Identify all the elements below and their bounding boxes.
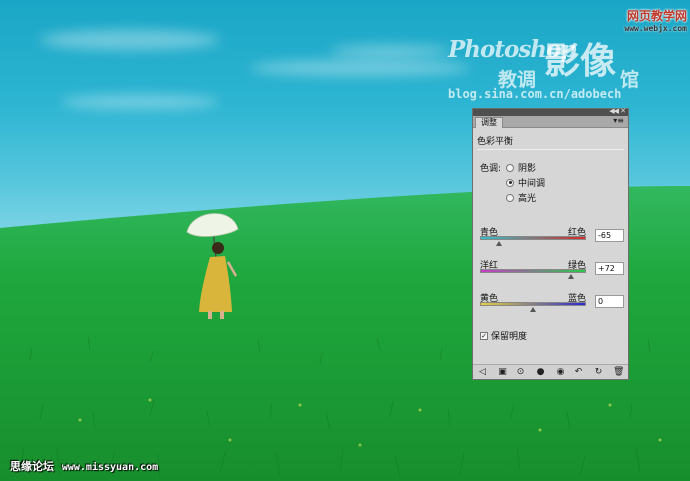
forum-watermark-url: www.missyuan.com <box>61 462 159 473</box>
divider <box>477 149 624 150</box>
tone-radio[interactable]: 阴影 <box>506 161 536 174</box>
radio-dot[interactable] <box>506 193 514 202</box>
tone-radio-label: 阴影 <box>518 164 537 174</box>
blog-watermark: Photoshop 影像 教调 馆 blog.sina.com.cn/adobe… <box>448 36 648 106</box>
slider-track[interactable] <box>480 302 586 306</box>
back-arrow-icon[interactable]: ◁ <box>477 367 488 377</box>
adjustments-panel: ◀◀ ✕ 调整 ▾≡ 色彩平衡 色调: 阴影 中间调 高光 青色 红色 -65 洋红 绿色 +… <box>472 107 629 380</box>
radio-dot[interactable] <box>506 178 514 187</box>
slider-thumb[interactable] <box>530 307 536 312</box>
tab-adjustments[interactable]: 调整 <box>475 117 503 128</box>
collapse-icon[interactable]: ◀◀ <box>609 107 619 115</box>
panel-tab-bar: 调整 ▾≡ <box>473 116 628 128</box>
site-badge: 网页教学网 www.webjx.com <box>607 7 687 33</box>
slider-track[interactable] <box>480 236 586 240</box>
tone-radio[interactable]: 中间调 <box>506 176 545 189</box>
site-badge-name: 网页教学网 <box>626 9 687 23</box>
previous-state-icon[interactable]: ↶ <box>573 367 584 377</box>
forum-watermark: 思缘论坛 www.missyuan.com <box>10 458 158 474</box>
slider-value-input[interactable]: 0 <box>595 295 624 308</box>
eye-icon[interactable]: ◉ <box>555 367 566 377</box>
site-badge-url: www.webjx.com <box>624 24 687 33</box>
panel-menu-icon[interactable]: ▾≡ <box>613 116 624 125</box>
slider-thumb[interactable] <box>568 274 575 279</box>
visibility-eye-icon[interactable]: ● <box>535 367 546 377</box>
watermark-guan: 馆 <box>620 69 640 91</box>
slider-track[interactable] <box>480 269 586 273</box>
checkbox-box[interactable]: ✓ <box>480 331 488 340</box>
watermark-ying-xiang: 影像 <box>544 41 617 82</box>
panel-title: 色彩平衡 <box>477 137 514 147</box>
panel-title-bar[interactable]: ◀◀ ✕ <box>473 107 628 116</box>
tone-radio-label: 中间调 <box>518 179 546 189</box>
preserve-luminosity-label: 保留明度 <box>491 332 528 342</box>
slider-value-input[interactable]: -65 <box>595 229 624 242</box>
trash-icon[interactable]: 🗑 <box>613 367 624 377</box>
clip-layer-icon[interactable]: ⊙ <box>515 367 526 377</box>
watermark-blog-url: blog.sina.com.cn/adobech <box>448 87 622 101</box>
view-mode-icon[interactable]: ▣ <box>497 367 508 377</box>
panel-footer: ◁ ▣ ⊙ ● ◉ ↶ ↻ 🗑 <box>473 364 628 379</box>
tone-radio-label: 高光 <box>518 194 537 204</box>
close-icon[interactable]: ✕ <box>620 107 626 115</box>
reset-icon[interactable]: ↻ <box>593 367 604 377</box>
preserve-luminosity-checkbox[interactable]: ✓ 保留明度 <box>480 329 527 342</box>
tone-label: 色调: <box>480 164 502 174</box>
radio-dot[interactable] <box>506 163 514 172</box>
forum-watermark-name: 思缘论坛 <box>10 460 54 473</box>
slider-value-input[interactable]: +72 <box>595 262 624 275</box>
slider-thumb[interactable] <box>495 241 502 246</box>
tone-radio[interactable]: 高光 <box>506 191 536 204</box>
